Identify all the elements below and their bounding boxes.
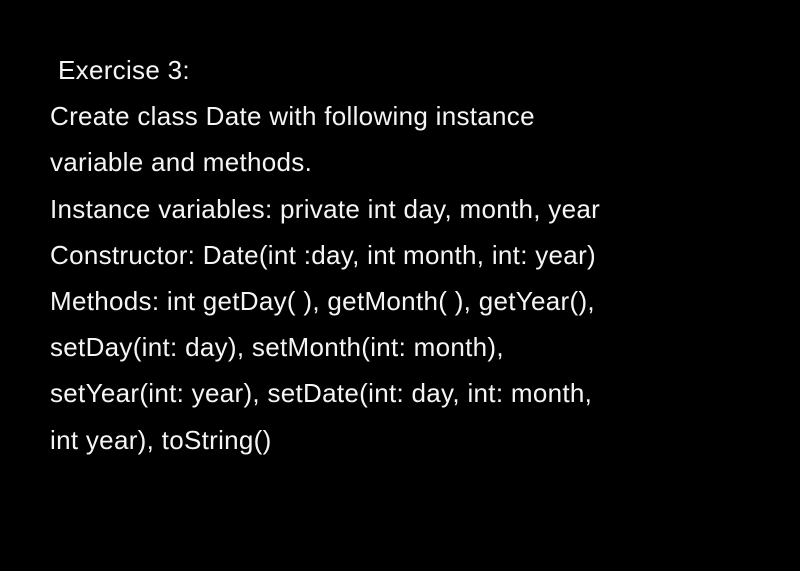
exercise-line-6: setDay(int: day), setMonth(int: month), xyxy=(50,325,750,369)
exercise-line-5: Methods: int getDay( ), getMonth( ), get… xyxy=(50,279,750,323)
exercise-line-8: int year), toString() xyxy=(50,418,750,462)
exercise-line-3: Instance variables: private int day, mon… xyxy=(50,187,750,231)
exercise-line-4: Constructor: Date(int :day, int month, i… xyxy=(50,233,750,277)
exercise-title: Exercise 3: xyxy=(58,48,750,92)
exercise-line-2: variable and methods. xyxy=(50,140,750,184)
exercise-text: Exercise 3: Create class Date with follo… xyxy=(50,48,750,462)
exercise-line-1: Create class Date with following instanc… xyxy=(50,94,750,138)
exercise-line-7: setYear(int: year), setDate(int: day, in… xyxy=(50,371,750,415)
